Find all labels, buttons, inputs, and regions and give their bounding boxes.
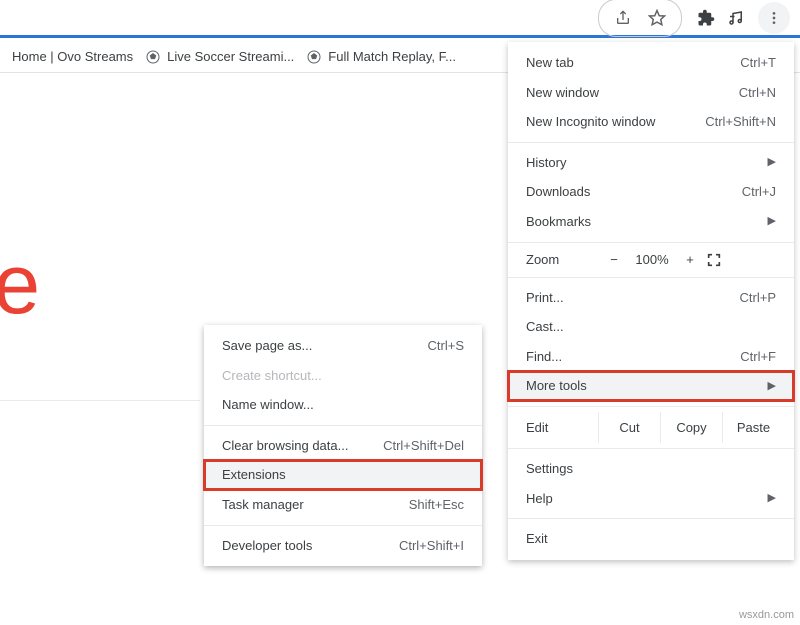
menu-label: Print... <box>526 290 564 306</box>
menu-exit[interactable]: Exit <box>508 524 794 554</box>
menu-separator <box>204 525 482 526</box>
menu-label: Clear browsing data... <box>222 438 348 454</box>
menu-separator <box>508 142 794 143</box>
menu-history[interactable]: History ▶ <box>508 148 794 178</box>
menu-settings[interactable]: Settings <box>508 454 794 484</box>
menu-shortcut: Ctrl+T <box>740 55 776 71</box>
cut-button[interactable]: Cut <box>598 412 660 443</box>
menu-label: New Incognito window <box>526 114 655 130</box>
fullscreen-icon[interactable] <box>706 252 738 268</box>
bookmark-label: Live Soccer Streami... <box>167 49 294 64</box>
menu-shortcut: Ctrl+Shift+N <box>705 114 776 130</box>
menu-downloads[interactable]: Downloads Ctrl+J <box>508 177 794 207</box>
google-logo: gle <box>0 236 38 333</box>
menu-more-tools[interactable]: More tools ▶ <box>508 371 794 401</box>
menu-label: Extensions <box>222 467 286 483</box>
divider <box>0 400 200 401</box>
bookmark-label: Home | Ovo Streams <box>12 49 133 64</box>
menu-new-tab[interactable]: New tab Ctrl+T <box>508 48 794 78</box>
menu-label: Help <box>526 491 553 507</box>
address-bar-actions <box>598 0 682 37</box>
soccer-icon <box>306 49 322 65</box>
menu-label: New tab <box>526 55 574 71</box>
submenu-clear-browsing[interactable]: Clear browsing data... Ctrl+Shift+Del <box>204 431 482 461</box>
menu-label: Bookmarks <box>526 214 591 230</box>
menu-shortcut: Ctrl+F <box>740 349 776 365</box>
menu-label: New window <box>526 85 599 101</box>
menu-shortcut: Shift+Esc <box>409 497 464 513</box>
menu-label: Create shortcut... <box>222 368 322 384</box>
submenu-extensions[interactable]: Extensions <box>204 460 482 490</box>
menu-label: Find... <box>526 349 562 365</box>
menu-separator <box>508 277 794 278</box>
edit-label: Edit <box>526 420 598 435</box>
menu-shortcut: Ctrl+Shift+I <box>399 538 464 554</box>
chrome-main-menu: New tab Ctrl+T New window Ctrl+N New Incog… <box>508 42 794 560</box>
menu-shortcut: Ctrl+S <box>428 338 464 354</box>
menu-new-incognito[interactable]: New Incognito window Ctrl+Shift+N <box>508 107 794 137</box>
zoom-label: Zoom <box>526 252 598 267</box>
star-icon[interactable] <box>645 6 669 30</box>
menu-label: Save page as... <box>222 338 312 354</box>
menu-separator <box>508 518 794 519</box>
menu-shortcut: Ctrl+P <box>740 290 776 306</box>
menu-separator <box>508 242 794 243</box>
menu-label: History <box>526 155 566 171</box>
bookmark-item[interactable]: Full Match Replay, F... <box>306 49 456 65</box>
watermark: wsxdn.com <box>739 609 794 621</box>
more-tools-submenu: Save page as... Ctrl+S Create shortcut...… <box>204 325 482 566</box>
submenu-create-shortcut: Create shortcut... <box>204 361 482 391</box>
bookmark-item[interactable]: Home | Ovo Streams <box>12 49 133 64</box>
submenu-developer-tools[interactable]: Developer tools Ctrl+Shift+I <box>204 531 482 561</box>
extensions-puzzle-icon[interactable] <box>694 6 718 30</box>
submenu-save-page[interactable]: Save page as... Ctrl+S <box>204 331 482 361</box>
menu-label: More tools <box>526 378 587 394</box>
share-icon[interactable] <box>611 6 635 30</box>
menu-cast[interactable]: Cast... <box>508 312 794 342</box>
menu-label: Exit <box>526 531 548 547</box>
browser-toolbar <box>0 0 800 38</box>
menu-shortcut: Ctrl+Shift+Del <box>383 438 464 454</box>
menu-label: Name window... <box>222 397 314 413</box>
chevron-right-icon: ▶ <box>768 215 776 228</box>
menu-print[interactable]: Print... Ctrl+P <box>508 283 794 313</box>
zoom-in-button[interactable]: + <box>674 252 706 267</box>
media-icon[interactable] <box>724 6 748 30</box>
zoom-value: 100% <box>630 252 674 267</box>
menu-label: Cast... <box>526 319 564 335</box>
menu-label: Developer tools <box>222 538 312 554</box>
submenu-name-window[interactable]: Name window... <box>204 390 482 420</box>
menu-separator <box>508 406 794 407</box>
menu-edit-row: Edit Cut Copy Paste <box>508 412 794 443</box>
menu-label: Task manager <box>222 497 304 513</box>
menu-new-window[interactable]: New window Ctrl+N <box>508 78 794 108</box>
menu-kebab-icon[interactable] <box>758 2 790 34</box>
copy-button[interactable]: Copy <box>660 412 722 443</box>
menu-shortcut: Ctrl+J <box>742 184 776 200</box>
bookmark-item[interactable]: Live Soccer Streami... <box>145 49 294 65</box>
chevron-right-icon: ▶ <box>768 492 776 505</box>
zoom-out-button[interactable]: − <box>598 252 630 267</box>
chevron-right-icon: ▶ <box>768 380 776 393</box>
submenu-task-manager[interactable]: Task manager Shift+Esc <box>204 490 482 520</box>
menu-separator <box>508 448 794 449</box>
menu-bookmarks[interactable]: Bookmarks ▶ <box>508 207 794 237</box>
menu-zoom: Zoom − 100% + <box>508 248 794 272</box>
bookmark-label: Full Match Replay, F... <box>328 49 456 64</box>
menu-label: Downloads <box>526 184 590 200</box>
paste-button[interactable]: Paste <box>722 412 784 443</box>
menu-separator <box>204 425 482 426</box>
soccer-icon <box>145 49 161 65</box>
chevron-right-icon: ▶ <box>768 156 776 169</box>
menu-find[interactable]: Find... Ctrl+F <box>508 342 794 372</box>
menu-help[interactable]: Help ▶ <box>508 484 794 514</box>
menu-label: Settings <box>526 461 573 477</box>
menu-shortcut: Ctrl+N <box>739 85 776 101</box>
